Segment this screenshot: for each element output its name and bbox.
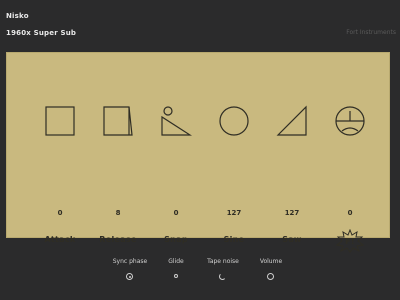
param-label-badge: F! <box>320 228 380 255</box>
preset-name: 1960x Super Sub <box>6 29 77 37</box>
param-label: Sine <box>223 235 245 244</box>
radio-indicator[interactable] <box>174 274 178 278</box>
triangle-icon <box>276 105 307 136</box>
brand-label: Fort Instruments <box>346 29 396 36</box>
param-value: 0 <box>57 209 63 217</box>
gauge-icon <box>335 106 365 136</box>
param-value: 127 <box>226 209 242 217</box>
radio-indicator[interactable] <box>219 273 226 280</box>
param-label: Snap <box>164 235 188 244</box>
toggle-label: Volume <box>259 258 283 265</box>
param-value: 0 <box>347 209 353 217</box>
app-title: Nisko <box>6 12 29 20</box>
starburst-icon: F! <box>335 228 365 253</box>
radio-indicator[interactable] <box>267 273 274 280</box>
param-value: 127 <box>284 209 300 217</box>
circle-icon <box>219 106 249 136</box>
ball-on-slope-icon <box>161 106 192 136</box>
param-value: 8 <box>115 209 121 217</box>
toggle-volume[interactable]: Volume <box>241 258 301 280</box>
param-label: Release <box>99 235 137 244</box>
param-label: Saw <box>282 235 302 244</box>
skewed-square-icon <box>103 106 133 136</box>
param-label: Attack <box>44 235 76 244</box>
control-panel: 0 Attack 8 Release 0 Snap 127 Sine 127 S… <box>6 52 390 253</box>
param-value: 0 <box>173 209 179 217</box>
param-label: F! <box>345 237 355 246</box>
radio-indicator[interactable] <box>126 273 133 280</box>
square-icon <box>45 106 75 136</box>
